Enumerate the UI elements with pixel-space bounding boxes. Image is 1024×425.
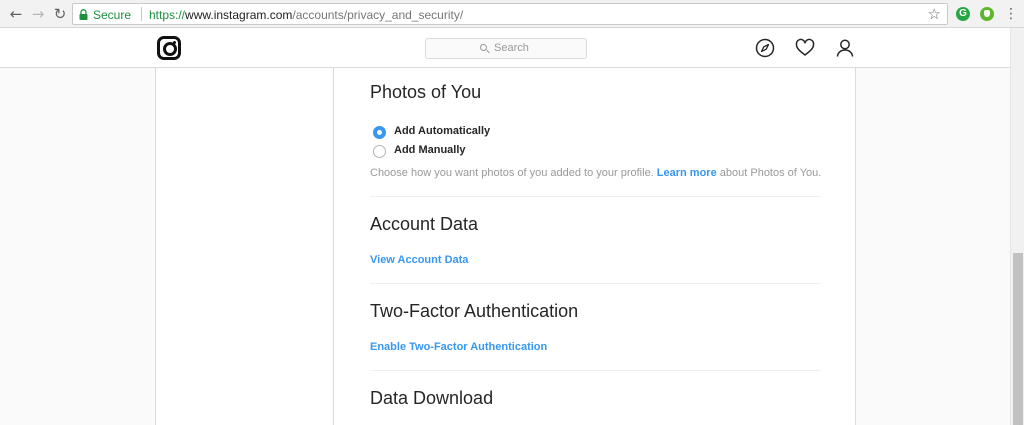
- search-input[interactable]: Search: [425, 38, 587, 59]
- scrollbar-thumb[interactable]: [1013, 253, 1023, 425]
- bookmark-star-icon[interactable]: ☆: [928, 5, 941, 23]
- grammarly-extension-icon[interactable]: G: [956, 7, 970, 21]
- heart-icon[interactable]: [794, 37, 816, 59]
- search-icon: [480, 44, 487, 51]
- reload-icon[interactable]: ↻: [52, 6, 68, 22]
- person-icon[interactable]: [834, 37, 856, 59]
- instagram-header: Search: [0, 28, 1010, 68]
- instagram-logo-icon[interactable]: [157, 36, 181, 60]
- photos-of-you-title: Photos of You: [370, 82, 482, 102]
- evernote-extension-icon[interactable]: [980, 7, 994, 21]
- section-divider: [370, 196, 820, 197]
- search-placeholder: Search: [494, 42, 529, 54]
- url-host: www.instagram.com: [185, 8, 293, 22]
- section-divider: [370, 283, 820, 284]
- enable-two-factor-link[interactable]: Enable Two-Factor Authentication: [370, 341, 547, 353]
- compass-icon[interactable]: [754, 37, 776, 59]
- help-prefix: Choose how you want photos of you added …: [370, 167, 657, 179]
- photos-of-you-help: Choose how you want photos of you added …: [370, 167, 821, 179]
- secure-label: Secure: [93, 8, 132, 22]
- view-account-data-link[interactable]: View Account Data: [370, 254, 468, 266]
- radio-unchecked-icon[interactable]: [373, 145, 386, 158]
- two-factor-title: Two-Factor Authentication: [370, 301, 579, 321]
- account-data-title: Account Data: [370, 214, 479, 234]
- section-divider: [370, 370, 820, 371]
- settings-sidebar-divider: [333, 68, 334, 425]
- radio-label: Add Automatically: [394, 125, 491, 137]
- radio-label: Add Manually: [394, 144, 466, 156]
- settings-card: Photos of You Add Automatically Add Manu…: [155, 68, 856, 425]
- browser-toolbar: ← → ↻ Secure https://www.instagram.com/a…: [0, 0, 1024, 28]
- address-bar[interactable]: Secure https://www.instagram.com/account…: [72, 3, 948, 25]
- url-path: /accounts/privacy_and_security/: [292, 8, 464, 22]
- learn-more-link[interactable]: Learn more: [657, 167, 717, 179]
- radio-checked-icon[interactable]: [373, 126, 386, 139]
- url-scheme: https://: [149, 8, 186, 22]
- address-separator: [141, 7, 142, 21]
- back-arrow-icon[interactable]: ←: [8, 6, 24, 22]
- lock-icon: [79, 9, 88, 20]
- page-scrollbar[interactable]: [1010, 28, 1024, 425]
- browser-menu-icon[interactable]: ⋮: [1004, 6, 1018, 22]
- data-download-title: Data Download: [370, 388, 494, 408]
- forward-arrow-icon[interactable]: →: [30, 6, 46, 22]
- help-suffix: about Photos of You.: [716, 167, 822, 179]
- url-text[interactable]: https://www.instagram.com/accounts/priva…: [149, 8, 463, 22]
